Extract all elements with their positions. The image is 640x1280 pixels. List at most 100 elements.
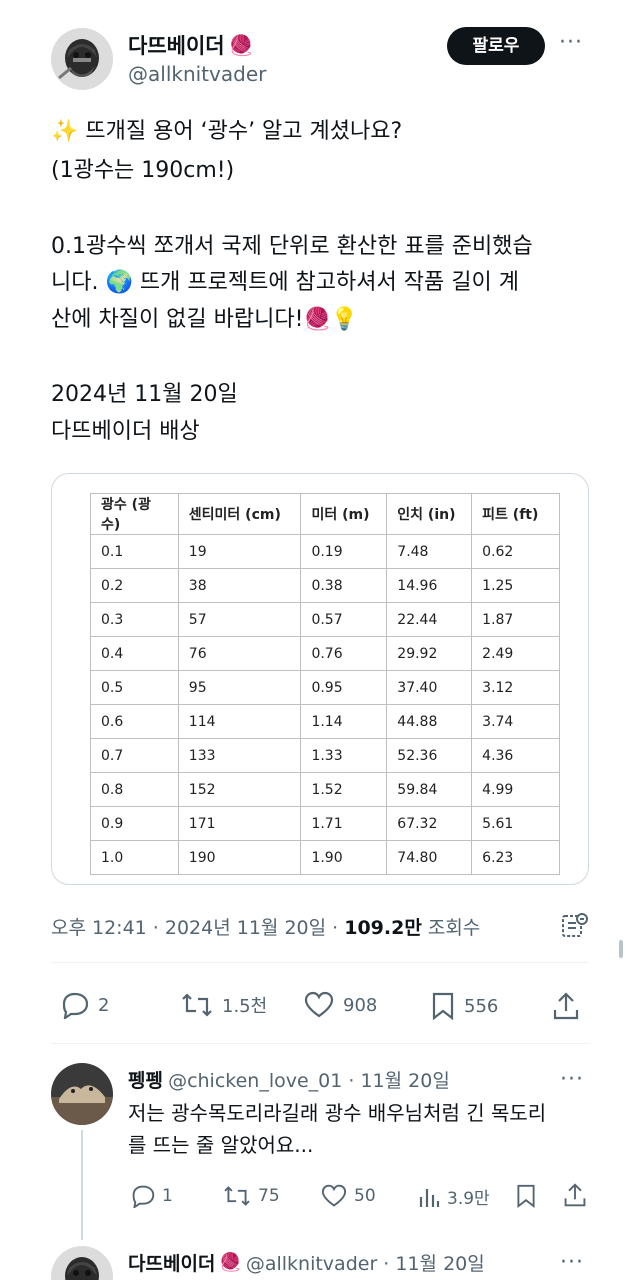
table-cell: 0.95 bbox=[300, 670, 388, 705]
table-cell: 2.49 bbox=[471, 636, 560, 671]
globe-emoji-icon: 🌍 bbox=[105, 270, 133, 295]
bookmark-button[interactable]: 556 bbox=[430, 991, 498, 1021]
table-cell: 59.84 bbox=[386, 772, 473, 807]
reply-retweet-button[interactable]: 75 bbox=[222, 1184, 280, 1208]
bookmark-icon bbox=[517, 1184, 535, 1209]
yarn-bulb-emoji-icon: 🧶💡 bbox=[303, 307, 359, 332]
share-icon bbox=[564, 1183, 586, 1207]
tweet-text-segment: 니다. bbox=[51, 270, 99, 295]
reply-reply-button[interactable]: 1 bbox=[130, 1184, 173, 1208]
heart-icon bbox=[321, 1184, 347, 1207]
divider bbox=[51, 1043, 589, 1044]
column-header: 광수 (광수) bbox=[90, 493, 179, 535]
table-cell: 1.87 bbox=[471, 602, 560, 637]
reply-like-count: 50 bbox=[354, 1186, 376, 1206]
table-cell: 57 bbox=[177, 602, 302, 637]
table-cell: 7.48 bbox=[386, 534, 473, 569]
column-header: 센티미터 (cm) bbox=[177, 493, 302, 535]
retweet-icon bbox=[224, 1186, 250, 1206]
share-button[interactable] bbox=[552, 991, 580, 1021]
tweet-signature-line: 다뜨베이더 배상 bbox=[51, 419, 200, 444]
tweet-text-segment: 뜨개 프로젝트에 참고하셔서 작품 길이 계 bbox=[139, 270, 519, 295]
table-row: 0.7 133 1.33 52.36 4.36 bbox=[90, 738, 560, 773]
table-row: 0.4 76 0.76 29.92 2.49 bbox=[90, 636, 560, 671]
reply-bookmark-button[interactable] bbox=[515, 1183, 537, 1209]
author-avatar[interactable] bbox=[51, 28, 113, 90]
table-cell: 0.7 bbox=[90, 738, 179, 773]
conversion-table: 광수 (광수) 센티미터 (cm) 미터 (m) 인치 (in) 피트 (ft)… bbox=[90, 493, 560, 875]
reply-button[interactable]: 2 bbox=[60, 991, 109, 1019]
table-cell: 74.80 bbox=[386, 840, 473, 875]
table-cell: 95 bbox=[177, 670, 302, 705]
table-cell: 0.8 bbox=[90, 772, 179, 807]
reply-text-line: 를 뜨는 줄 알았어요... bbox=[128, 1133, 314, 1157]
table-cell: 38 bbox=[177, 568, 302, 603]
reply-like-button[interactable]: 50 bbox=[320, 1184, 376, 1208]
table-cell: 114 bbox=[177, 704, 302, 739]
table-cell: 0.76 bbox=[300, 636, 388, 671]
column-header: 피트 (ft) bbox=[471, 493, 560, 535]
author-reply-name[interactable]: 다뜨베이더 bbox=[128, 1249, 215, 1276]
table-cell: 29.92 bbox=[386, 636, 473, 671]
table-row: 0.3 57 0.57 22.44 1.87 bbox=[90, 602, 560, 637]
table-cell: 14.96 bbox=[386, 568, 473, 603]
tweet-text-segment: 산에 차질이 없길 바랍니다! bbox=[51, 307, 304, 332]
share-icon bbox=[553, 992, 579, 1020]
reply-more-icon[interactable]: ··· bbox=[560, 1067, 584, 1092]
tweet-date-line: 2024년 11월 20일 bbox=[51, 382, 238, 407]
author-handle[interactable]: @allknitvader bbox=[128, 62, 266, 86]
bookmark-icon bbox=[432, 992, 454, 1021]
reply-views-button[interactable]: 3.9만 bbox=[417, 1184, 490, 1209]
table-cell: 0.4 bbox=[90, 636, 179, 671]
reply-header: 펭펭 @chicken_love_01 · 11월 20일 bbox=[128, 1066, 450, 1093]
author-reply-avatar[interactable] bbox=[51, 1246, 113, 1280]
reply-avatar[interactable] bbox=[51, 1063, 113, 1125]
follow-button[interactable]: 팔로우 bbox=[447, 27, 545, 65]
table-cell: 1.71 bbox=[300, 806, 388, 841]
table-cell: 4.36 bbox=[471, 738, 560, 773]
author-reply-meta[interactable]: @allknitvader · 11월 20일 bbox=[246, 1249, 485, 1276]
table-cell: 37.40 bbox=[386, 670, 473, 705]
table-cell: 1.52 bbox=[300, 772, 388, 807]
author-name[interactable]: 다뜨베이더 bbox=[128, 30, 225, 60]
reply-author-name[interactable]: 펭펭 bbox=[128, 1070, 163, 1092]
tweet-text-line: 0.1광수씩 쪼개서 국제 단위로 환산한 표를 준비했습 bbox=[51, 234, 533, 259]
heart-icon bbox=[304, 991, 334, 1018]
table-row: 1.0 190 1.90 74.80 6.23 bbox=[90, 840, 560, 875]
reply-icon bbox=[62, 992, 89, 1019]
table-row: 0.2 38 0.38 14.96 1.25 bbox=[90, 568, 560, 603]
table-cell: 3.12 bbox=[471, 670, 560, 705]
author-reply-more-icon[interactable]: ··· bbox=[560, 1250, 584, 1275]
author-name-row[interactable]: 다뜨베이더 🧶 bbox=[128, 30, 254, 60]
sparkles-emoji-icon: ✨ bbox=[51, 119, 79, 144]
like-button[interactable]: 908 bbox=[303, 991, 377, 1019]
analytics-icon[interactable] bbox=[560, 911, 590, 945]
table-cell: 1.33 bbox=[300, 738, 388, 773]
retweet-button[interactable]: 1.5천 bbox=[180, 991, 267, 1019]
table-cell: 190 bbox=[177, 840, 302, 875]
column-header: 미터 (m) bbox=[300, 493, 388, 535]
table-cell: 171 bbox=[177, 806, 302, 841]
tweet-text-line: 뜨개질 용어 ‘광수’ 알고 계셨나요? bbox=[85, 119, 403, 144]
table-cell: 22.44 bbox=[386, 602, 473, 637]
table-cell: 0.38 bbox=[300, 568, 388, 603]
image-card[interactable]: 광수 (광수) 센티미터 (cm) 미터 (m) 인치 (in) 피트 (ft)… bbox=[51, 473, 589, 885]
timestamp[interactable]: 오후 12:41 · 2024년 11월 20일 · bbox=[51, 917, 344, 939]
table-cell: 1.14 bbox=[300, 704, 388, 739]
table-cell: 0.3 bbox=[90, 602, 179, 637]
table-cell: 1.0 bbox=[90, 840, 179, 875]
views-icon bbox=[419, 1188, 440, 1207]
thread-line bbox=[81, 1130, 83, 1240]
reply-share-button[interactable] bbox=[563, 1182, 587, 1208]
author-reply-header: 다뜨베이더 🧶 @allknitvader · 11월 20일 bbox=[128, 1249, 485, 1276]
tweet-meta: 오후 12:41 · 2024년 11월 20일 · 109.2만 조회수 bbox=[51, 913, 480, 940]
reply-count: 2 bbox=[98, 994, 110, 1016]
table-row: 0.5 95 0.95 37.40 3.12 bbox=[90, 670, 560, 705]
table-cell: 44.88 bbox=[386, 704, 473, 739]
reply-author-meta[interactable]: @chicken_love_01 · 11월 20일 bbox=[168, 1070, 450, 1092]
more-options-icon[interactable]: ··· bbox=[559, 30, 583, 55]
table-cell: 0.1 bbox=[90, 534, 179, 569]
like-count: 908 bbox=[343, 994, 378, 1016]
table-row: 0.6 114 1.14 44.88 3.74 bbox=[90, 704, 560, 739]
scrollbar-thumb[interactable] bbox=[619, 940, 623, 958]
